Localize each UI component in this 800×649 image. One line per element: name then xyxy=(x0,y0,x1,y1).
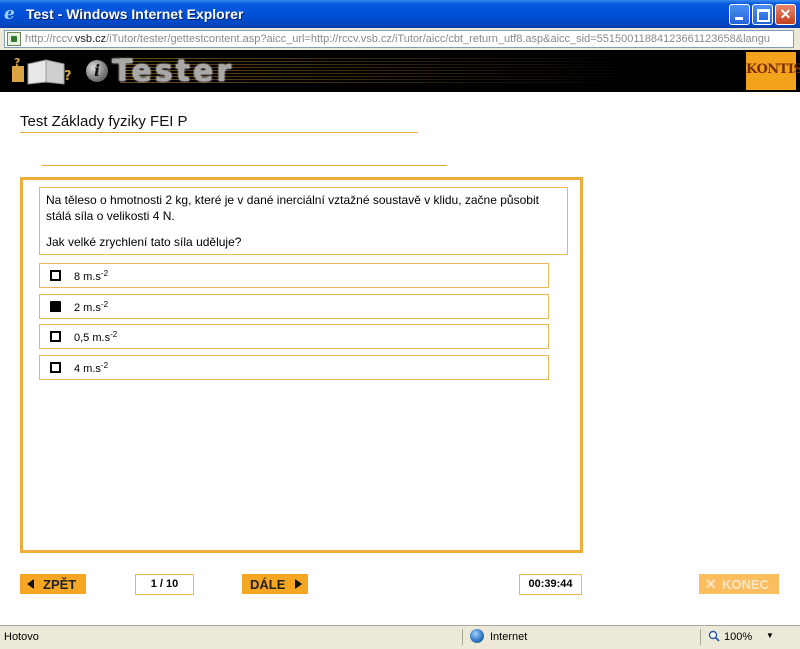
chevron-down-icon[interactable]: ▼ xyxy=(766,631,774,640)
url-field[interactable]: http://rccv.vsb.cz/iTutor/tester/gettest… xyxy=(4,30,794,48)
answer-checkbox[interactable] xyxy=(50,270,61,281)
end-button[interactable]: ✕ KONEC xyxy=(699,574,779,594)
url-host: http://rccv. xyxy=(25,33,75,45)
question-panel: Na těleso o hmotnosti 2 kg, které je v d… xyxy=(20,177,583,553)
test-title: Test Základy fyziky FEI P xyxy=(20,113,188,130)
security-zone: Internet xyxy=(490,631,528,643)
answer-option[interactable]: 2 m.s-2 xyxy=(39,294,549,319)
url-domain: vsb.cz xyxy=(74,33,107,45)
arrow-right-icon xyxy=(295,579,302,589)
answer-checkbox-checked[interactable] xyxy=(50,301,61,312)
next-label: DÁLE xyxy=(250,577,286,592)
question-text: Na těleso o hmotnosti 2 kg, které je v d… xyxy=(46,193,539,223)
info-logo-icon: i xyxy=(86,60,108,82)
address-bar: http://rccv.vsb.cz/iTutor/tester/gettest… xyxy=(0,28,800,50)
globe-icon xyxy=(470,629,484,643)
close-icon: ✕ xyxy=(779,6,792,22)
question-box: Na těleso o hmotnosti 2 kg, které je v d… xyxy=(39,187,568,255)
answer-checkbox[interactable] xyxy=(50,362,61,373)
answer-checkbox[interactable] xyxy=(50,331,61,342)
svg-text:?: ? xyxy=(14,56,20,69)
status-separator xyxy=(700,629,701,645)
maximize-icon xyxy=(753,5,772,24)
close-x-icon: ✕ xyxy=(705,576,717,592)
brand-name: Tester xyxy=(112,54,235,89)
svg-text:?: ? xyxy=(64,69,72,84)
app-banner: ? ? i Tester KONTIS xyxy=(0,50,800,92)
status-text: Hotovo xyxy=(4,631,39,643)
question-prompt: Jak velké zrychlení tato síla uděluje? xyxy=(46,235,242,249)
answer-option[interactable]: 8 m.s-2 xyxy=(39,263,549,288)
answer-value: 2 m.s xyxy=(74,302,101,314)
answer-value: 0,5 m.s xyxy=(74,332,111,344)
url-path: /iTutor/tester/gettestcontent.asp?aicc_u… xyxy=(106,33,770,45)
page-indicator: 1 / 10 xyxy=(135,574,194,595)
minimize-button[interactable] xyxy=(729,4,750,25)
maximize-button[interactable] xyxy=(752,4,773,25)
answer-label: 8 m.s-2 xyxy=(74,269,109,283)
back-label: ZPĚT xyxy=(43,577,77,592)
answer-option[interactable]: 0,5 m.s-2 xyxy=(39,324,549,349)
answer-label: 0,5 m.s-2 xyxy=(74,330,118,344)
window-title: Test - Windows Internet Explorer xyxy=(26,6,244,22)
arrow-left-icon xyxy=(27,579,34,589)
answer-value: 8 m.s xyxy=(74,271,101,283)
timer-display: 00:39:44 xyxy=(519,574,582,595)
book-icon: ? ? xyxy=(12,56,72,85)
close-button[interactable]: ✕ xyxy=(775,4,796,25)
window-titlebar[interactable]: e Test - Windows Internet Explorer ✕ xyxy=(0,0,800,28)
status-bar: Hotovo Internet 100% ▼ xyxy=(0,625,800,649)
magnifier-icon xyxy=(708,630,720,642)
zoom-level[interactable]: 100% xyxy=(724,631,752,643)
url-text: http://rccv.vsb.cz/iTutor/tester/gettest… xyxy=(25,33,770,45)
answer-label: 2 m.s-2 xyxy=(74,300,109,314)
next-button[interactable]: DÁLE xyxy=(242,574,308,594)
end-label: KONEC xyxy=(722,577,769,592)
partner-logo: KONTIS xyxy=(746,52,800,90)
answer-option[interactable]: 4 m.s-2 xyxy=(39,355,549,380)
status-separator xyxy=(462,629,463,645)
answer-exponent: -2 xyxy=(100,361,109,370)
answer-exponent: -2 xyxy=(110,330,118,339)
answer-exponent: -2 xyxy=(100,269,109,278)
subtitle-divider xyxy=(42,165,447,166)
title-divider xyxy=(20,132,418,133)
answer-label: 4 m.s-2 xyxy=(74,361,109,375)
answer-value: 4 m.s xyxy=(74,363,101,375)
back-button[interactable]: ZPĚT xyxy=(20,574,86,594)
ie-icon: e xyxy=(4,4,15,24)
page-icon xyxy=(7,32,21,46)
answer-exponent: -2 xyxy=(100,300,109,309)
minimize-icon xyxy=(730,5,749,24)
